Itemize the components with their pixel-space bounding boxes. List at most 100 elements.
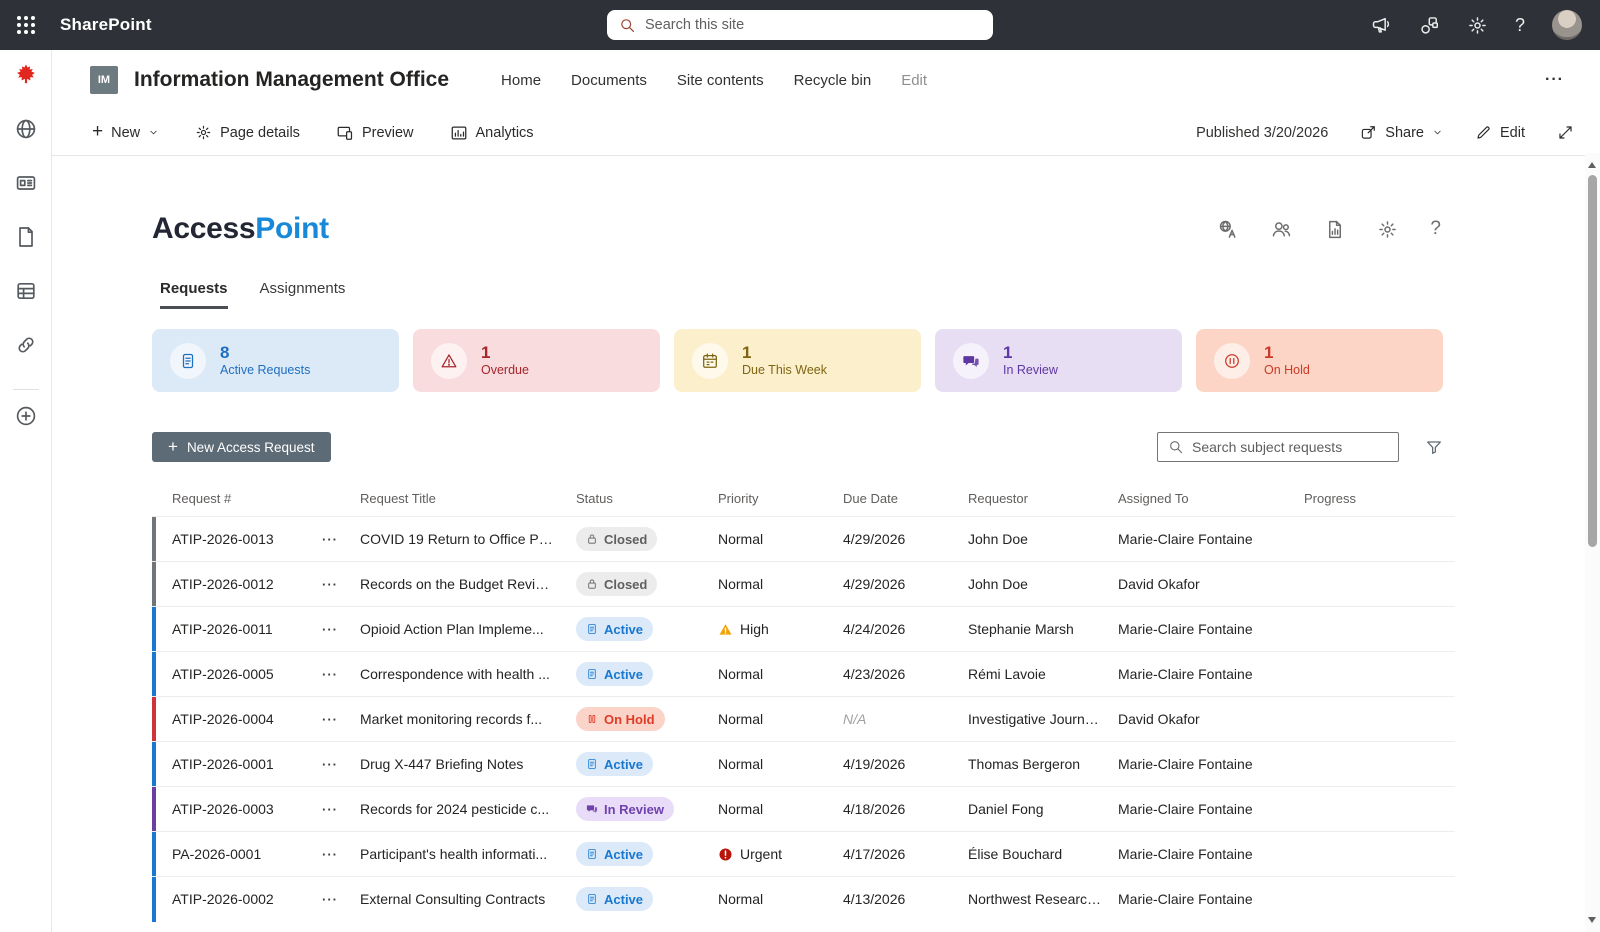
- table-row[interactable]: ATIP-2026-0005 ··· Correspondence with h…: [152, 651, 1455, 696]
- table-search-input[interactable]: [1192, 439, 1388, 455]
- stat-card-due-this-week[interactable]: 1 Due This Week: [674, 329, 921, 392]
- row-menu-ellipsis[interactable]: ···: [322, 892, 360, 907]
- col-requestor[interactable]: Requestor: [968, 491, 1118, 506]
- row-menu-ellipsis[interactable]: ···: [322, 667, 360, 682]
- stat-card-active-requests[interactable]: 8 Active Requests: [152, 329, 399, 392]
- table-row[interactable]: ATIP-2026-0013 ··· COVID 19 Return to Of…: [152, 516, 1455, 561]
- settings-gear-icon[interactable]: [1467, 15, 1488, 36]
- row-menu-ellipsis[interactable]: ···: [322, 847, 360, 862]
- power-apps-shapes-icon[interactable]: [1419, 15, 1440, 36]
- stat-card-overdue[interactable]: 1 Overdue: [413, 329, 660, 392]
- row-menu-ellipsis[interactable]: ···: [322, 577, 360, 592]
- row-menu-ellipsis[interactable]: ···: [322, 757, 360, 772]
- tab-requests[interactable]: Requests: [160, 280, 228, 309]
- news-icon[interactable]: [14, 171, 38, 195]
- row-menu-ellipsis[interactable]: ···: [322, 532, 360, 547]
- nav-home[interactable]: Home: [501, 72, 541, 89]
- scrollbar-down-arrow-icon[interactable]: [1588, 917, 1596, 923]
- list-database-icon[interactable]: [14, 279, 38, 303]
- document-icon[interactable]: [14, 225, 38, 249]
- maple-leaf-icon[interactable]: [14, 63, 38, 87]
- col-due-date[interactable]: Due Date: [843, 491, 968, 506]
- priority-label: Normal: [718, 531, 763, 547]
- help-icon[interactable]: ?: [1430, 218, 1441, 240]
- form-document-icon: [179, 352, 197, 370]
- request-title: Records on the Budget Revie...: [360, 576, 566, 592]
- status-label: Active: [604, 892, 643, 907]
- table-row[interactable]: ATIP-2026-0012 ··· Records on the Budget…: [152, 561, 1455, 606]
- priority-label: Normal: [718, 891, 763, 907]
- filter-funnel-icon[interactable]: [1425, 438, 1443, 456]
- request-title: Records for 2024 pesticide c...: [360, 801, 566, 817]
- table-row[interactable]: ATIP-2026-0001 ··· Drug X-447 Briefing N…: [152, 741, 1455, 786]
- page-title: AccessPoint: [152, 212, 329, 246]
- col-request-title[interactable]: Request Title: [360, 491, 566, 506]
- request-title: Market monitoring records f...: [360, 711, 566, 727]
- scrollbar-up-arrow-icon[interactable]: [1588, 162, 1596, 168]
- preview-button[interactable]: Preview: [336, 124, 414, 142]
- report-document-icon[interactable]: [1324, 219, 1345, 240]
- col-request-id[interactable]: Request #: [152, 491, 322, 506]
- suite-bar: SharePoint ?: [0, 0, 1600, 50]
- col-assigned-to[interactable]: Assigned To: [1118, 491, 1304, 506]
- globe-icon[interactable]: [14, 117, 38, 141]
- share-button[interactable]: Share: [1360, 124, 1443, 141]
- published-status: Published 3/20/2026: [1196, 125, 1328, 141]
- expand-fullscreen-icon[interactable]: [1557, 124, 1574, 141]
- header-more-ellipsis[interactable]: ···: [1545, 71, 1564, 89]
- status-badge: In Review: [576, 797, 674, 821]
- row-menu-ellipsis[interactable]: ···: [322, 712, 360, 727]
- table-row[interactable]: ATIP-2026-0003 ··· Records for 2024 pest…: [152, 786, 1455, 831]
- due-date: 4/17/2026: [843, 846, 968, 862]
- priority-label: Normal: [718, 666, 763, 682]
- table-row[interactable]: ATIP-2026-0011 ··· Opioid Action Plan Im…: [152, 606, 1455, 651]
- row-menu-ellipsis[interactable]: ···: [322, 802, 360, 817]
- app-launcher-waffle-icon[interactable]: [0, 0, 52, 50]
- people-icon[interactable]: [1271, 219, 1292, 240]
- suite-search-box[interactable]: [607, 10, 993, 40]
- nav-edit[interactable]: Edit: [901, 72, 927, 89]
- status-label: In Review: [604, 802, 664, 817]
- new-button[interactable]: + New: [92, 124, 159, 141]
- row-status-accent: [152, 877, 156, 922]
- edit-page-button[interactable]: Edit: [1475, 124, 1525, 141]
- megaphone-icon[interactable]: [1371, 15, 1392, 36]
- suite-search-input[interactable]: [645, 17, 981, 33]
- col-priority[interactable]: Priority: [718, 491, 843, 506]
- nav-recycle-bin[interactable]: Recycle bin: [794, 72, 872, 89]
- priority-label: Normal: [718, 711, 763, 727]
- nav-documents[interactable]: Documents: [571, 72, 647, 89]
- page-scrollbar[interactable]: [1585, 153, 1600, 932]
- col-status[interactable]: Status: [566, 491, 718, 506]
- stat-card-label: On Hold: [1264, 363, 1310, 379]
- tab-assignments[interactable]: Assignments: [260, 280, 346, 309]
- row-menu-ellipsis[interactable]: ···: [322, 622, 360, 637]
- stat-card-in-review[interactable]: 1 In Review: [935, 329, 1182, 392]
- status-badge: Active: [576, 617, 653, 641]
- stat-card-on-hold[interactable]: 1 On Hold: [1196, 329, 1443, 392]
- settings-gear-icon[interactable]: [1377, 219, 1398, 240]
- table-row[interactable]: PA-2026-0001 ··· Participant's health in…: [152, 831, 1455, 876]
- link-icon[interactable]: [14, 333, 38, 357]
- warning-triangle-icon: [440, 352, 458, 370]
- stat-card-label: In Review: [1003, 363, 1058, 379]
- table-row[interactable]: ATIP-2026-0004 ··· Market monitoring rec…: [152, 696, 1455, 741]
- table-row[interactable]: ATIP-2026-0002 ··· External Consulting C…: [152, 876, 1455, 921]
- nav-site-contents[interactable]: Site contents: [677, 72, 764, 89]
- sharepoint-brand[interactable]: SharePoint: [60, 15, 152, 35]
- user-avatar[interactable]: [1552, 10, 1582, 40]
- site-logo[interactable]: IM: [90, 66, 118, 94]
- new-access-request-button[interactable]: + New Access Request: [152, 432, 331, 462]
- analytics-button[interactable]: Analytics: [450, 124, 534, 142]
- scrollbar-thumb[interactable]: [1588, 175, 1597, 547]
- priority-label: Normal: [718, 801, 763, 817]
- table-search-box[interactable]: [1157, 432, 1399, 462]
- page-details-button[interactable]: Page details: [195, 124, 300, 141]
- urgent-exclamation-icon: [718, 847, 733, 862]
- request-title: COVID 19 Return to Office Pr...: [360, 531, 566, 547]
- translate-language-icon[interactable]: [1218, 219, 1239, 240]
- help-icon[interactable]: ?: [1515, 15, 1525, 36]
- site-title[interactable]: Information Management Office: [134, 68, 449, 92]
- col-progress[interactable]: Progress: [1304, 491, 1455, 506]
- add-plus-circle-icon[interactable]: [14, 404, 38, 428]
